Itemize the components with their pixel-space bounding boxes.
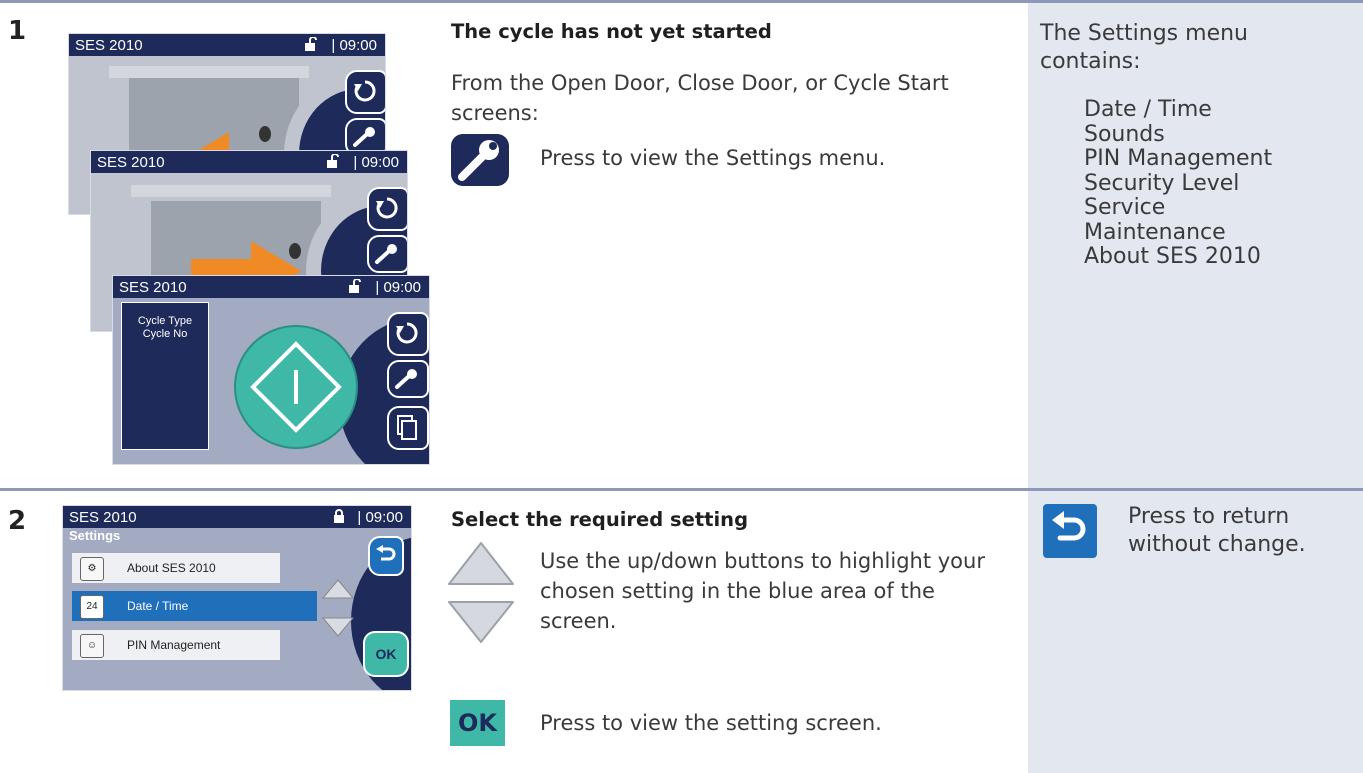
screen-time: 09:00: [383, 279, 421, 296]
lock-icon: [334, 509, 344, 523]
settings-row-pin[interactable]: ☺ PIN Management: [72, 630, 280, 660]
back-arrow-icon: [376, 545, 396, 561]
users-icon: ☺: [80, 634, 104, 658]
refresh-button[interactable]: [387, 312, 429, 356]
refresh-icon: [396, 322, 418, 344]
unlock-icon: [305, 37, 317, 51]
refresh-button[interactable]: [345, 70, 385, 114]
menu-item: Sounds: [1084, 121, 1165, 147]
screen-time: 09:00: [339, 37, 377, 54]
wrench-icon: [375, 244, 397, 264]
start-cycle-button[interactable]: [233, 324, 359, 450]
refresh-icon: [376, 197, 398, 219]
back-text: Press to return without change.: [1128, 504, 1306, 557]
menu-item: PIN Management: [1084, 146, 1273, 171]
step1-text: From the Open Door, Close Door, or Cycle…: [451, 71, 949, 125]
down-arrow-button[interactable]: [321, 616, 355, 638]
screen-time: 09:00: [361, 154, 399, 171]
screen-time: 09:00: [365, 509, 403, 526]
cycle-type-label: Cycle Type: [137, 315, 193, 327]
screen-title: SES 2010: [69, 509, 137, 526]
settings-section-label: Settings: [69, 528, 121, 543]
settings-button-text: Press to view the Settings menu.: [540, 146, 886, 170]
menu-item: Date / Time: [1084, 97, 1212, 122]
menu-item: Maintenance: [1084, 219, 1226, 245]
settings-button[interactable]: [387, 360, 429, 398]
gears-icon: ⚙: [80, 557, 104, 581]
ok-icon: OK: [450, 700, 505, 746]
settings-button[interactable]: [367, 235, 407, 273]
up-arrow-icon: [448, 542, 514, 585]
cycle-info-panel: Cycle Type Cycle No: [121, 302, 209, 450]
settings-row-date-time[interactable]: 24 Date / Time: [72, 591, 317, 621]
menu-item: Service: [1084, 195, 1166, 220]
settings-menu-intro: The Settings menu contains:: [1040, 21, 1248, 74]
step-number: 2: [8, 506, 27, 536]
refresh-icon: [354, 80, 376, 102]
step-number: 1: [8, 16, 27, 46]
down-arrow-icon: [448, 601, 514, 643]
documents-icon: [397, 415, 417, 440]
back-icon: [1043, 504, 1097, 558]
unlock-icon: [327, 154, 339, 168]
settings-row-about[interactable]: ⚙ About SES 2010: [72, 553, 280, 583]
unlock-icon: [349, 279, 361, 293]
wrench-icon: [395, 369, 417, 389]
screen-title: SES 2010: [119, 279, 187, 296]
ok-text: Press to view the setting screen.: [540, 711, 882, 735]
menu-item: About SES 2010: [1084, 244, 1261, 269]
wrench-icon: [353, 127, 375, 147]
step1-heading: The cycle has not yet started: [451, 20, 772, 43]
back-button[interactable]: [368, 536, 404, 576]
settings-wrench-icon: [451, 134, 509, 186]
cycle-no-label: Cycle No: [142, 328, 188, 340]
screen-title: SES 2010: [75, 37, 143, 54]
settings-screen: Settings ⚙ About SES 2010 24 Date / Time…: [62, 505, 412, 691]
documents-button[interactable]: [387, 406, 429, 450]
settings-menu-list: Date / Time Sounds PIN Management Securi…: [1084, 97, 1273, 270]
up-arrow-button[interactable]: [321, 578, 355, 600]
updown-text: Use the up/down buttons to highlight you…: [540, 549, 985, 633]
calendar-icon: 24: [80, 595, 104, 619]
screen-title: SES 2010: [97, 154, 165, 171]
ok-button[interactable]: OK: [363, 631, 409, 677]
cycle-start-screen: Cycle Type Cycle No SES 2010 | 09:00: [112, 275, 430, 465]
menu-item: Security Level: [1084, 170, 1240, 196]
refresh-button[interactable]: [367, 187, 407, 231]
step2-heading: Select the required setting: [451, 508, 749, 531]
